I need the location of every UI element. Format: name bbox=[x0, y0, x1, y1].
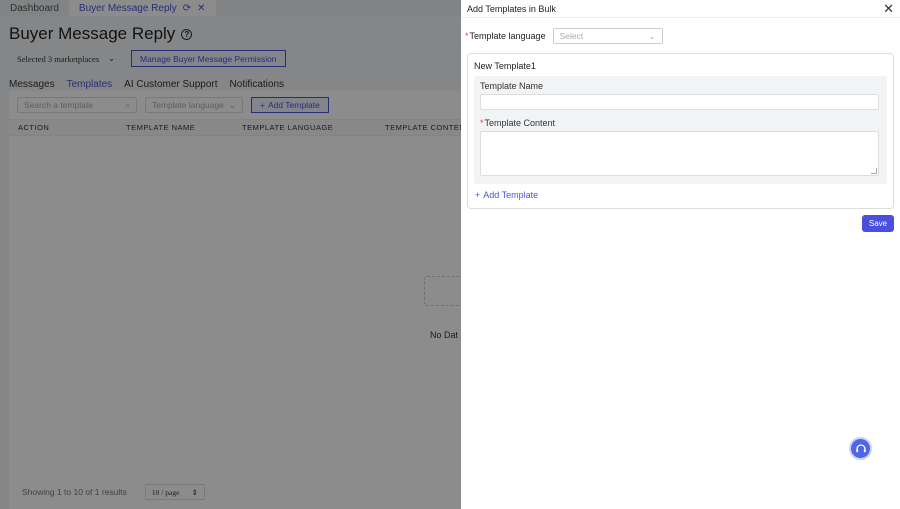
close-icon[interactable]: ✕ bbox=[883, 2, 894, 15]
template-card: New Template1 Template Name *Template Co… bbox=[467, 53, 894, 209]
headset-icon bbox=[855, 443, 866, 452]
template-content-label-text: Template Content bbox=[484, 118, 556, 128]
card-title: New Template1 bbox=[474, 61, 536, 71]
required-marker: * bbox=[480, 118, 484, 128]
language-label: *Template language bbox=[465, 31, 546, 41]
plus-icon: + bbox=[475, 190, 481, 200]
customer-support-icon[interactable] bbox=[851, 439, 870, 458]
template-fields: Template Name *Template Content bbox=[474, 76, 887, 184]
template-language-select[interactable]: Select ⌄ bbox=[552, 28, 663, 44]
language-row: *Template language Select ⌄ bbox=[461, 18, 900, 44]
template-name-label: Template Name bbox=[480, 81, 544, 91]
template-content-label: *Template Content bbox=[480, 118, 881, 128]
add-template-link[interactable]: + Add Template bbox=[475, 190, 538, 200]
template-name-input[interactable] bbox=[480, 94, 879, 110]
language-select-placeholder: Select bbox=[559, 31, 584, 41]
add-template-link-label: Add Template bbox=[483, 190, 539, 200]
save-button[interactable]: Save bbox=[862, 215, 894, 232]
required-marker: * bbox=[465, 31, 469, 41]
resize-handle-icon[interactable] bbox=[871, 168, 877, 174]
chevron-down-icon: ⌄ bbox=[648, 30, 656, 41]
drawer-header: Add Templates in Bulk ✕ bbox=[461, 0, 900, 18]
language-label-text: Template language bbox=[469, 31, 546, 41]
add-templates-drawer: Add Templates in Bulk ✕ *Template langua… bbox=[461, 0, 900, 509]
template-content-textarea[interactable] bbox=[480, 131, 879, 176]
drawer-title: Add Templates in Bulk bbox=[467, 3, 556, 14]
